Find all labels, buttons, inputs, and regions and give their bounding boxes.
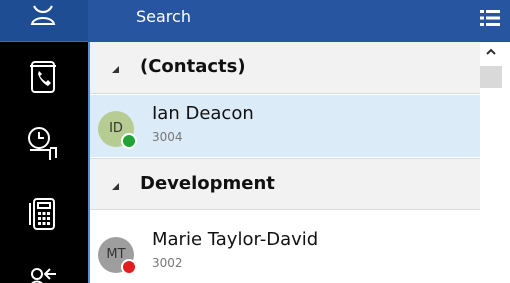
scrollbar[interactable]: [480, 42, 510, 283]
contact-name: Ian Deacon: [152, 103, 254, 124]
collapse-triangle-icon[interactable]: [112, 66, 119, 73]
contact-row[interactable]: ID Ian Deacon 3004: [90, 95, 480, 157]
scroll-up-chevron-icon[interactable]: [480, 42, 510, 64]
search-bar[interactable]: Search: [88, 0, 510, 42]
scroll-thumb[interactable]: [480, 66, 502, 88]
sidebar: [0, 0, 88, 283]
logout-icon[interactable]: [22, 252, 64, 283]
search-label[interactable]: Search: [136, 7, 191, 26]
main-panel: Search (Contacts) ID Ian Deacon 3004 Dev…: [88, 0, 510, 283]
call-history-icon[interactable]: [22, 122, 64, 164]
contact-extension: 3004: [152, 130, 183, 144]
user-icon[interactable]: [22, 0, 64, 30]
group-label: (Contacts): [140, 56, 246, 77]
contact-name: Marie Taylor-David: [152, 229, 319, 250]
group-header-development[interactable]: Development: [90, 158, 480, 210]
presence-available-icon: [121, 133, 137, 149]
contact-list: (Contacts) ID Ian Deacon 3004 Developmen…: [90, 42, 480, 283]
group-label: Development: [140, 173, 275, 194]
sidebar-profile-slot[interactable]: [0, 0, 88, 42]
contact-row[interactable]: MT Marie Taylor-David 3002: [90, 221, 480, 283]
group-header-contacts[interactable]: (Contacts): [90, 42, 480, 94]
list-menu-icon[interactable]: [480, 8, 500, 28]
contact-extension: 3002: [152, 256, 183, 270]
phonebook-icon[interactable]: [22, 56, 64, 98]
dialpad-icon[interactable]: [22, 193, 64, 235]
presence-busy-icon: [121, 259, 137, 275]
collapse-triangle-icon[interactable]: [112, 183, 119, 190]
